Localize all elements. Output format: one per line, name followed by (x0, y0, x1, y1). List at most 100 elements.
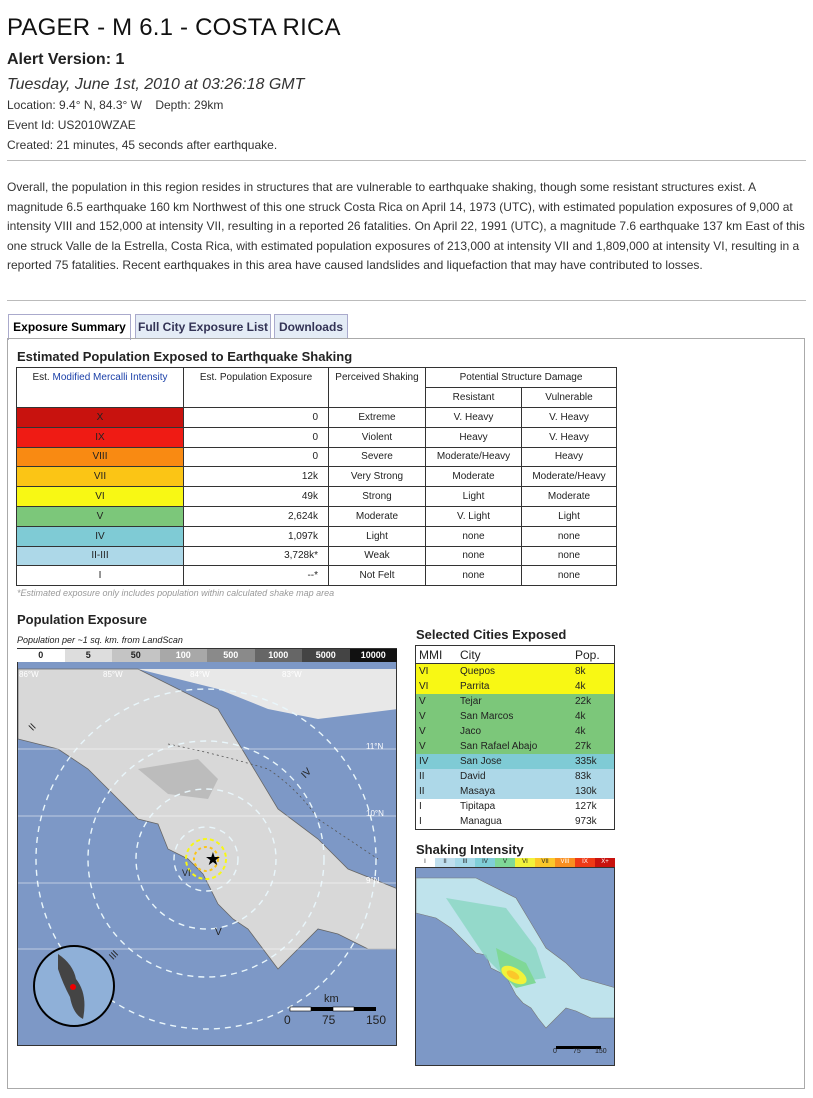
exposure-cell-mmi: VIII (16, 446, 184, 468)
event-created: Created: 21 minutes, 45 seconds after ea… (7, 138, 278, 152)
event-location: Location: 9.4° N, 84.3° W Depth: 29km (7, 98, 224, 112)
exposure-cell-shaking: Very Strong (328, 466, 426, 488)
city-cell-city: Managua (460, 816, 502, 827)
alert-version: Alert Version: 1 (7, 51, 125, 68)
legend-1000: 1000 (254, 649, 302, 662)
city-cell-pop: 83k (575, 771, 592, 782)
exposure-cell-mmi: I (16, 565, 184, 587)
city-cell-mmi: V (419, 711, 426, 722)
city-cell-pop: 973k (575, 816, 597, 827)
city-row: VI Parrita 4k (415, 679, 615, 694)
scale-tick: 75 (322, 1013, 336, 1027)
exposure-cell-pop: 3,728k* (183, 545, 329, 567)
exposure-cell-mmi: IV (16, 525, 184, 547)
city-row: V San Marcos 4k (415, 709, 615, 724)
exposure-row: VIII 0 Severe Moderate/Heavy Heavy (16, 446, 617, 468)
scale-bar-segment (289, 1006, 312, 1012)
exposure-cell-resistant: Heavy (425, 426, 522, 448)
intensity-map-title: Shaking Intensity (416, 842, 524, 857)
city-cell-city: San Jose (460, 756, 502, 767)
scale-tick: 150 (366, 1013, 387, 1027)
int-scale-tick: 150 (595, 1048, 607, 1055)
city-cell-mmi: II (419, 771, 425, 782)
exposure-cell-mmi: II-III (16, 545, 184, 567)
cities-col-mmi: MMI (415, 645, 457, 664)
population-legend: 0 5 50 100 500 1000 5000 10000 (17, 649, 397, 662)
city-cell-city: David (460, 771, 486, 782)
int-scale-tick: 0 (553, 1048, 557, 1055)
exposure-cell-vulnerable: Light (521, 505, 617, 527)
city-cell-mmi: V (419, 726, 426, 737)
city-cell-city: Tipitapa (460, 801, 496, 812)
city-row: V San Rafael Abajo 27k (415, 739, 615, 754)
city-cell-pop: 130k (575, 786, 597, 797)
exposure-cell-vulnerable: none (521, 545, 617, 567)
city-cell-city: Quepos (460, 666, 496, 677)
exposure-row: IX 0 Violent Heavy V. Heavy (16, 426, 617, 448)
exposure-cell-pop: 12k (183, 466, 329, 488)
exposure-row: IV 1,097k Light none none (16, 525, 617, 547)
exposure-cell-vulnerable: Moderate/Heavy (521, 466, 617, 488)
divider (7, 300, 806, 301)
city-row: IV San Jose 335k (415, 754, 615, 769)
tab-full-city-exposure-list[interactable]: Full City Exposure List (135, 314, 271, 339)
city-cell-mmi: I (419, 816, 422, 827)
cities-table: MMI City Pop. VI Quepos 8k VI Parrita 4k V Teja… (415, 645, 615, 830)
city-row: V Jaco 4k (415, 724, 615, 739)
exposure-table: Est. Modified Mercalli Intensity Est. Po… (16, 367, 617, 587)
exposure-footnote: *Estimated exposure only includes popula… (17, 588, 335, 598)
mmi-link[interactable]: Modified Mercalli Intensity (52, 372, 167, 383)
intensity-scale-cell: X+ (595, 858, 615, 867)
exposure-cell-shaking: Severe (328, 446, 426, 468)
exposure-cell-shaking: Violent (328, 426, 426, 448)
population-map[interactable]: ★ (17, 648, 397, 1046)
tab-downloads[interactable]: Downloads (274, 314, 348, 339)
event-id: Event Id: US2010WZAE (7, 118, 136, 132)
city-cell-mmi: IV (419, 756, 429, 767)
cities-col-city: City (457, 645, 572, 664)
cities-title: Selected Cities Exposed (416, 627, 567, 642)
col-shaking-header: Perceived Shaking (328, 367, 426, 408)
exposure-row: VI 49k Strong Light Moderate (16, 486, 617, 507)
exposure-cell-vulnerable: V. Heavy (521, 407, 617, 428)
lat-label: 11°N (366, 742, 384, 751)
lat-label: 10°N (366, 809, 384, 818)
exposure-cell-shaking: Moderate (328, 505, 426, 527)
lat-label: 9°N (366, 876, 380, 885)
exposure-cell-pop: 0 (183, 426, 329, 448)
exposure-row: VII 12k Very Strong Moderate Moderate/Heavy (16, 466, 617, 488)
lon-label: 85°W (103, 670, 123, 679)
intensity-scale-cell: IV (475, 858, 495, 867)
scale-title: km (324, 993, 339, 1005)
city-cell-pop: 127k (575, 801, 597, 812)
exposure-cell-resistant: V. Light (425, 505, 522, 527)
city-cell-mmi: I (419, 801, 422, 812)
tab-exposure-summary[interactable]: Exposure Summary (8, 314, 131, 340)
intensity-map[interactable] (415, 867, 615, 1066)
exposure-cell-pop: 49k (183, 486, 329, 507)
city-cell-mmi: V (419, 696, 426, 707)
exposure-cell-shaking: Weak (328, 545, 426, 567)
exposure-cell-resistant: none (425, 545, 522, 567)
scale-bar-segment (332, 1006, 355, 1012)
exposure-cell-resistant: Light (425, 486, 522, 507)
city-cell-pop: 22k (575, 696, 592, 707)
cities-col-pop: Pop. (572, 645, 615, 664)
city-cell-pop: 335k (575, 756, 597, 767)
city-cell-pop: 4k (575, 681, 586, 692)
legend-0: 0 (17, 649, 65, 662)
int-scale-tick: 75 (573, 1048, 581, 1055)
exposure-cell-mmi: VII (16, 466, 184, 488)
population-map-subtitle: Population per ~1 sq. km. from LandScan (17, 635, 183, 645)
exposure-cell-vulnerable: Heavy (521, 446, 617, 468)
legend-5000: 5000 (302, 649, 350, 662)
exposure-cell-pop: 2,624k (183, 505, 329, 527)
exposure-cell-pop: 0 (183, 446, 329, 468)
exposure-cell-resistant: Moderate (425, 466, 522, 488)
lon-label: 83°W (282, 670, 302, 679)
exposure-cell-pop: --* (183, 565, 329, 587)
population-map-title: Population Exposure (17, 612, 148, 627)
exposure-cell-shaking: Not Felt (328, 565, 426, 587)
city-cell-city: San Marcos (460, 711, 514, 722)
exposure-cell-resistant: none (425, 525, 522, 547)
